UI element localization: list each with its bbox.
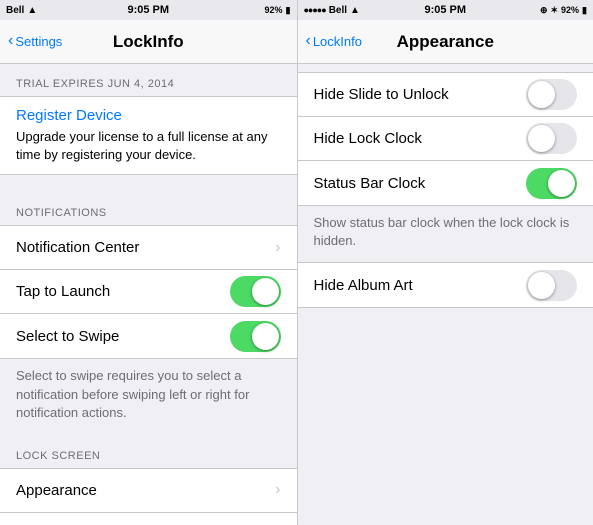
tap-to-launch-knob: [252, 278, 279, 305]
content-panel1: TRIAL EXPIRES JUN 4, 2014 Register Devic…: [0, 64, 297, 525]
status-bar-left: Bell ▲: [6, 5, 37, 16]
hide-slide-unlock-row[interactable]: Hide Slide to Unlock: [298, 73, 593, 117]
status-bar-left-p2: ●●●●● Bell ▲: [304, 5, 360, 16]
carrier-label: Bell: [6, 5, 24, 16]
battery-icon: ▮: [286, 5, 291, 16]
back-label-panel1: Settings: [15, 34, 62, 49]
battery-icon-p2: ▮: [582, 5, 587, 16]
hide-album-art-row[interactable]: Hide Album Art: [298, 263, 593, 307]
appearance-group2: Hide Album Art: [298, 262, 593, 308]
select-to-swipe-info: Select to swipe requires you to select a…: [0, 359, 297, 434]
nav-title-panel1: LockInfo: [113, 32, 184, 52]
select-to-swipe-toggle[interactable]: [230, 321, 281, 352]
battery-percent-p2: 92%: [561, 5, 579, 15]
status-bar-right-p2: ⊕ ✶ 92% ▮: [540, 5, 587, 16]
status-bar-panel2: ●●●●● Bell ▲ 9:05 PM ⊕ ✶ 92% ▮: [298, 0, 593, 20]
status-bar-clock-knob: [548, 170, 575, 197]
back-button-panel2[interactable]: ‹ LockInfo: [306, 34, 362, 49]
tap-to-launch-toggle[interactable]: [230, 276, 281, 307]
hide-album-art-toggle[interactable]: [526, 270, 577, 301]
signal-dots-icon: ●●●●●: [304, 5, 326, 15]
register-card: Register Device Upgrade your license to …: [0, 96, 297, 175]
panel-lockinfo: Bell ▲ 9:05 PM 92% ▮ ‹ Settings LockInfo…: [0, 0, 297, 525]
hide-slide-unlock-knob: [528, 81, 555, 108]
notification-center-chevron-icon: ›: [275, 239, 280, 257]
hide-lock-clock-toggle[interactable]: [526, 123, 577, 154]
content-panel2: Hide Slide to Unlock Hide Lock Clock Sta…: [298, 64, 593, 525]
notifications-header: NOTIFICATIONS: [0, 191, 297, 225]
appearance-label: Appearance: [16, 482, 275, 499]
tap-to-launch-label: Tap to Launch: [16, 283, 230, 300]
back-chevron-icon: ‹: [8, 33, 13, 49]
select-to-swipe-knob: [252, 323, 279, 350]
nav-bar-panel2: ‹ LockInfo Appearance: [298, 20, 593, 64]
notification-center-row[interactable]: Notification Center ›: [0, 226, 297, 270]
register-description: Upgrade your license to a full license a…: [16, 128, 281, 164]
trial-banner: TRIAL EXPIRES JUN 4, 2014: [0, 72, 297, 96]
appearance-chevron-icon: ›: [275, 481, 280, 499]
hide-album-art-knob: [528, 272, 555, 299]
nav-bar-panel1: ‹ Settings LockInfo: [0, 20, 297, 64]
notifications-group: Notification Center › Tap to Launch Sele…: [0, 225, 297, 359]
status-bar-clock-row[interactable]: Status Bar Clock: [298, 161, 593, 205]
notification-center-label: Notification Center: [16, 239, 275, 256]
status-bar-right: 92% ▮: [265, 5, 291, 16]
status-bar-clock-toggle[interactable]: [526, 168, 577, 199]
carrier-label-p2: Bell: [329, 5, 347, 16]
status-bar-panel1: Bell ▲ 9:05 PM 92% ▮: [0, 0, 297, 20]
status-bar-time-p2: 9:05 PM: [424, 4, 466, 16]
appearance-group1: Hide Slide to Unlock Hide Lock Clock Sta…: [298, 72, 593, 206]
wifi-icon: ▲: [27, 5, 37, 16]
screen-dimming-row[interactable]: Screen Dimming ›: [0, 513, 297, 525]
bluetooth-icon: ✶: [550, 5, 558, 16]
battery-percent: 92%: [265, 5, 283, 15]
status-bar-time: 9:05 PM: [127, 4, 169, 16]
select-to-swipe-label: Select to Swipe: [16, 328, 230, 345]
hide-album-art-label: Hide Album Art: [314, 277, 527, 294]
lock-screen-header: LOCK SCREEN: [0, 434, 297, 468]
back-chevron-icon-p2: ‹: [306, 33, 311, 49]
hide-lock-clock-label: Hide Lock Clock: [314, 130, 527, 147]
status-bar-clock-info: Show status bar clock when the lock cloc…: [298, 206, 593, 262]
tap-to-launch-row[interactable]: Tap to Launch: [0, 270, 297, 314]
hide-lock-clock-knob: [528, 125, 555, 152]
hide-slide-unlock-toggle[interactable]: [526, 79, 577, 110]
back-button-panel1[interactable]: ‹ Settings: [8, 34, 62, 49]
nav-title-panel2: Appearance: [397, 32, 494, 52]
register-link[interactable]: Register Device: [16, 107, 281, 124]
hide-lock-clock-row[interactable]: Hide Lock Clock: [298, 117, 593, 161]
status-bar-clock-label: Status Bar Clock: [314, 175, 527, 192]
back-label-panel2: LockInfo: [313, 34, 362, 49]
appearance-row[interactable]: Appearance ›: [0, 469, 297, 513]
wifi-icon-p2: ▲: [350, 5, 360, 16]
hide-slide-unlock-label: Hide Slide to Unlock: [314, 86, 527, 103]
panel-appearance: ●●●●● Bell ▲ 9:05 PM ⊕ ✶ 92% ▮ ‹ LockInf…: [297, 0, 593, 525]
gps-icon: ⊕: [540, 5, 548, 16]
lock-screen-group: Appearance › Screen Dimming ›: [0, 468, 297, 525]
select-to-swipe-row[interactable]: Select to Swipe: [0, 314, 297, 358]
